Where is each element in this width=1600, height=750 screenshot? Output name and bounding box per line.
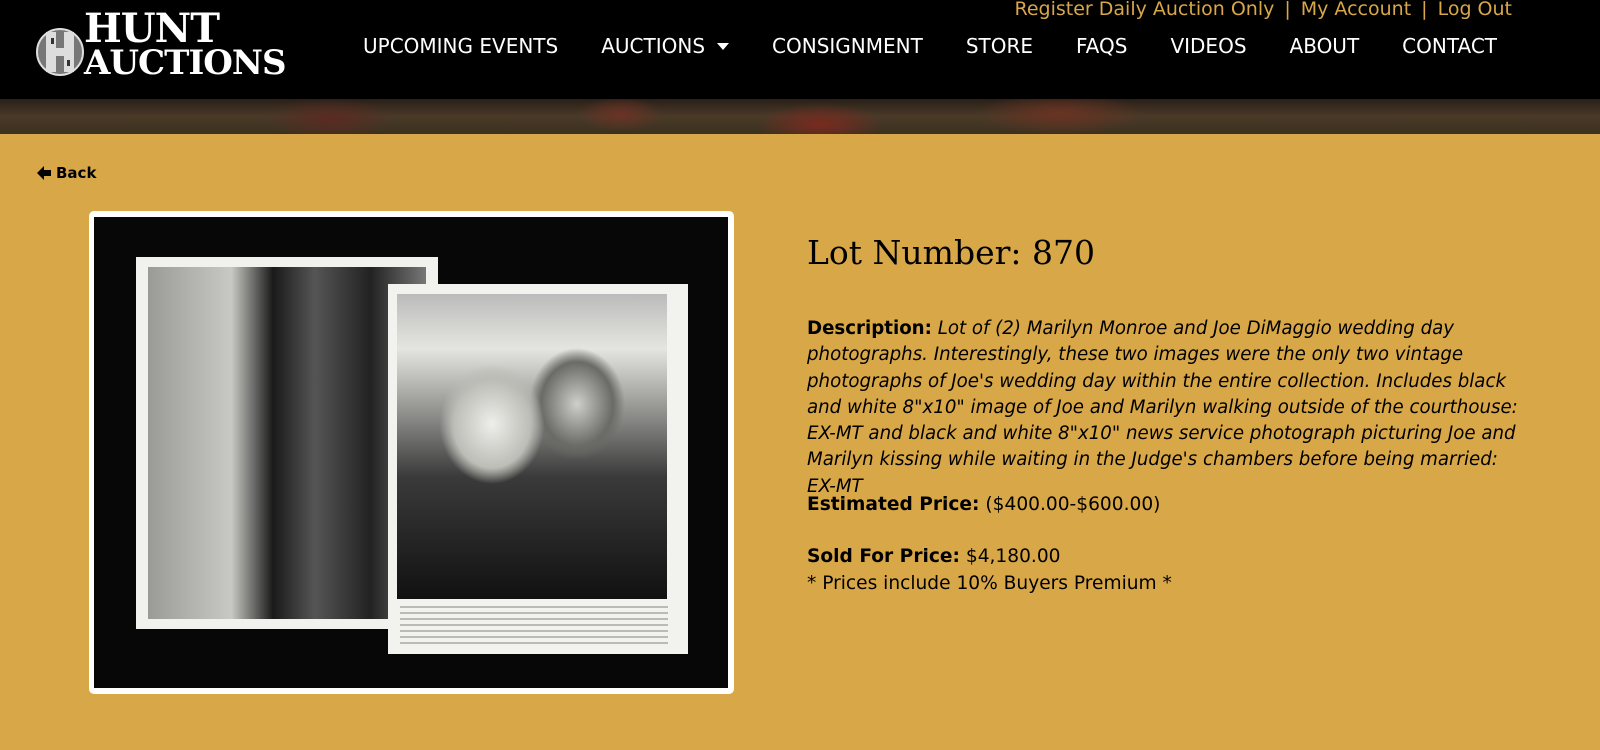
description-text: Lot of (2) Marilyn Monroe and Joe DiMagg… — [807, 318, 1518, 497]
lot-photo[interactable] — [89, 211, 734, 694]
chevron-down-icon — [717, 42, 730, 50]
description-label: Description: — [807, 318, 932, 339]
nav-auctions[interactable]: AUCTIONS — [601, 34, 730, 58]
header-banner-image — [0, 99, 1600, 134]
logo-wordmark: HUNT AUCTIONS — [84, 5, 287, 83]
nav-store[interactable]: STORE — [966, 34, 1033, 58]
back-link[interactable]: Back — [37, 164, 96, 182]
photo-print-courthouse-image — [148, 267, 426, 619]
back-arrow-icon — [37, 166, 51, 180]
logo-line-1: HUNT — [84, 5, 220, 52]
site-logo[interactable]: HUNT AUCTIONS — [36, 9, 287, 84]
hunt-auctions-monogram-icon — [36, 28, 84, 76]
nav-upcoming-events[interactable]: UPCOMING EVENTS — [363, 34, 558, 58]
lot-number-title: Lot Number: 870 — [807, 233, 1095, 272]
buyers-premium-note: * Prices include 10% Buyers Premium * — [807, 573, 1172, 594]
sold-price-value: $4,180.00 — [965, 546, 1061, 567]
nav-consignment[interactable]: CONSIGNMENT — [772, 34, 923, 58]
estimated-price-label: Estimated Price: — [807, 494, 980, 515]
nav-videos[interactable]: VIDEOS — [1170, 34, 1246, 58]
photo-print-kiss — [388, 284, 688, 654]
estimated-price: Estimated Price: ($400.00-$600.00) — [807, 494, 1160, 515]
back-label: Back — [56, 164, 97, 182]
nav-contact[interactable]: CONTACT — [1402, 34, 1497, 58]
lot-description: Description: Lot of (2) Marilyn Monroe a… — [807, 316, 1527, 500]
my-account-link[interactable]: My Account — [1301, 0, 1411, 20]
lot-photo-image — [94, 217, 728, 688]
sold-price-label: Sold For Price: — [807, 546, 960, 567]
estimated-price-value: ($400.00-$600.00) — [985, 494, 1161, 515]
account-links: Register Daily Auction Only | My Account | L… — [1015, 0, 1512, 20]
sold-price: Sold For Price: $4,180.00 — [807, 546, 1061, 567]
nav-faqs[interactable]: FAQS — [1076, 34, 1127, 58]
log-out-link[interactable]: Log Out — [1438, 0, 1512, 20]
photo-print-caption — [400, 606, 668, 646]
link-separator: | — [1284, 0, 1291, 20]
nav-about[interactable]: ABOUT — [1290, 34, 1360, 58]
logo-line-2: AUCTIONS — [84, 43, 287, 83]
site-header: HUNT AUCTIONS Register Daily Auction Onl… — [0, 0, 1600, 99]
link-separator: | — [1421, 0, 1428, 20]
nav-auctions-label: AUCTIONS — [601, 34, 706, 58]
register-daily-auction-link[interactable]: Register Daily Auction Only — [1015, 0, 1275, 20]
main-nav: UPCOMING EVENTS AUCTIONS CONSIGNMENT STO… — [363, 34, 1497, 58]
photo-print-kiss-image — [397, 294, 667, 599]
